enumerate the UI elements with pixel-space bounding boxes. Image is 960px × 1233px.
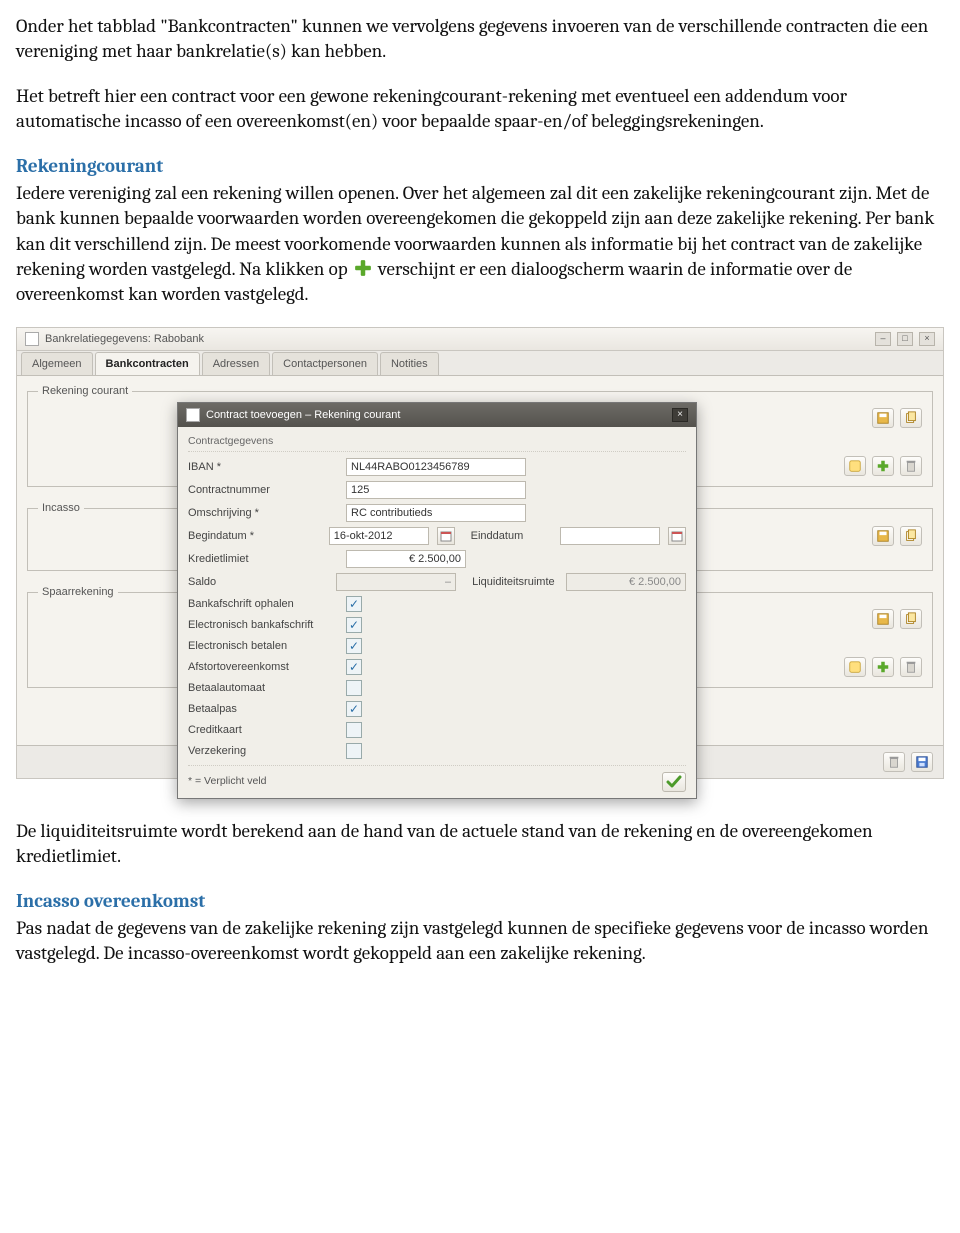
label-electronisch-bankafschrift: Electronisch bankafschrift	[188, 618, 338, 633]
screenshot-bankrelatie: Bankrelatiegegevens: Rabobank – □ × Alge…	[16, 327, 944, 779]
app-icon	[25, 332, 39, 346]
window-title: Bankrelatiegegevens: Rabobank	[45, 332, 204, 347]
plus-icon	[354, 259, 372, 277]
required-note: * = Verplicht veld	[188, 775, 267, 789]
delete-icon-button[interactable]	[900, 456, 922, 476]
label-afstortovereenkomst: Afstortovereenkomst	[188, 660, 338, 675]
group-rc-legend: Rekening courant	[38, 384, 132, 399]
checkbox-creditkaart[interactable]	[346, 722, 362, 738]
checkbox-electronisch-betalen[interactable]	[346, 638, 362, 654]
checkbox-betaalautomaat[interactable]	[346, 680, 362, 696]
label-liquiditeitsruimte: Liquiditeitsruimte	[464, 575, 558, 590]
label-contractnummer: Contractnummer	[188, 483, 338, 498]
maximize-button[interactable]: □	[897, 332, 913, 346]
dialog-titlebar: Contract toevoegen – Rekening courant ×	[178, 403, 696, 428]
footer-save-button[interactable]	[911, 752, 933, 772]
tab-contactpersonen[interactable]: Contactpersonen	[272, 352, 378, 376]
group-incasso-legend: Incasso	[38, 501, 84, 516]
edit-icon-button[interactable]	[844, 456, 866, 476]
add-icon-button[interactable]	[872, 456, 894, 476]
tab-adressen[interactable]: Adressen	[202, 352, 270, 376]
heading-incasso-overeenkomst: Incasso overeenkomst	[16, 889, 944, 914]
label-iban: IBAN *	[188, 460, 338, 475]
confirm-button[interactable]	[662, 772, 686, 792]
paragraph-incasso: Pas nadat de gegevens van de zakelijke r…	[16, 916, 944, 966]
input-liquiditeitsruimte	[566, 573, 686, 591]
input-contractnummer[interactable]	[346, 481, 526, 499]
dialog-title: Contract toevoegen – Rekening courant	[206, 408, 400, 423]
footer-delete-button[interactable]	[883, 752, 905, 772]
input-einddatum[interactable]	[560, 527, 660, 545]
dialog-close-button[interactable]: ×	[672, 408, 688, 422]
paragraph-intro-2: Het betreft hier een contract voor een g…	[16, 84, 944, 134]
save-icon-button[interactable]	[872, 609, 894, 629]
checkbox-electronisch-bankafschrift[interactable]	[346, 617, 362, 633]
label-saldo: Saldo	[188, 575, 328, 590]
label-einddatum: Einddatum	[463, 529, 552, 544]
window-titlebar: Bankrelatiegegevens: Rabobank – □ ×	[17, 328, 943, 352]
label-kredietlimiet: Kredietlimiet	[188, 552, 338, 567]
tab-bar: Algemeen Bankcontracten Adressen Contact…	[17, 351, 943, 375]
copy-icon-button[interactable]	[900, 609, 922, 629]
add-icon-button[interactable]	[872, 657, 894, 677]
copy-icon-button[interactable]	[900, 408, 922, 428]
edit-icon-button[interactable]	[844, 657, 866, 677]
tab-notities[interactable]: Notities	[380, 352, 439, 376]
close-button[interactable]: ×	[919, 332, 935, 346]
input-omschrijving[interactable]	[346, 504, 526, 522]
label-electronisch-betalen: Electronisch betalen	[188, 639, 338, 654]
checkbox-betaalpas[interactable]	[346, 701, 362, 717]
input-kredietlimiet[interactable]	[346, 550, 466, 568]
paragraph-intro-1: Onder het tabblad "Bankcontracten" kunne…	[16, 14, 944, 64]
calendar-icon-button-eind[interactable]	[668, 527, 686, 545]
checkbox-bankafschrift-ophalen[interactable]	[346, 596, 362, 612]
label-betaalpas: Betaalpas	[188, 702, 338, 717]
label-betaalautomaat: Betaalautomaat	[188, 681, 338, 696]
checkmark-icon	[666, 775, 682, 789]
dialog-section-header: Contractgegevens	[188, 435, 686, 452]
label-begindatum: Begindatum *	[188, 529, 321, 544]
save-icon-button[interactable]	[872, 526, 894, 546]
input-iban[interactable]	[346, 458, 526, 476]
delete-icon-button[interactable]	[900, 657, 922, 677]
tab-body: Rekening courant	[17, 375, 943, 745]
label-creditkaart: Creditkaart	[188, 723, 338, 738]
copy-icon-button[interactable]	[900, 526, 922, 546]
tab-algemeen[interactable]: Algemeen	[21, 352, 93, 376]
group-spaar-legend: Spaarrekening	[38, 585, 118, 600]
paragraph-liquiditeit: De liquiditeitsruimte wordt berekend aan…	[16, 819, 944, 869]
input-saldo	[336, 573, 456, 591]
tab-bankcontracten[interactable]: Bankcontracten	[95, 352, 200, 376]
label-omschrijving: Omschrijving *	[188, 506, 338, 521]
paragraph-rc: Iedere vereniging zal een rekening wille…	[16, 181, 944, 306]
heading-rekeningcourant: Rekeningcourant	[16, 154, 944, 179]
input-begindatum[interactable]	[329, 527, 429, 545]
label-verzekering: Verzekering	[188, 744, 338, 759]
dialog-contract-toevoegen: Contract toevoegen – Rekening courant × …	[177, 402, 697, 799]
label-bankafschrift-ophalen: Bankafschrift ophalen	[188, 597, 338, 612]
dialog-icon	[186, 408, 200, 422]
checkbox-afstortovereenkomst[interactable]	[346, 659, 362, 675]
save-icon-button[interactable]	[872, 408, 894, 428]
calendar-icon-button-begin[interactable]	[437, 527, 455, 545]
minimize-button[interactable]: –	[875, 332, 891, 346]
checkbox-verzekering[interactable]	[346, 743, 362, 759]
